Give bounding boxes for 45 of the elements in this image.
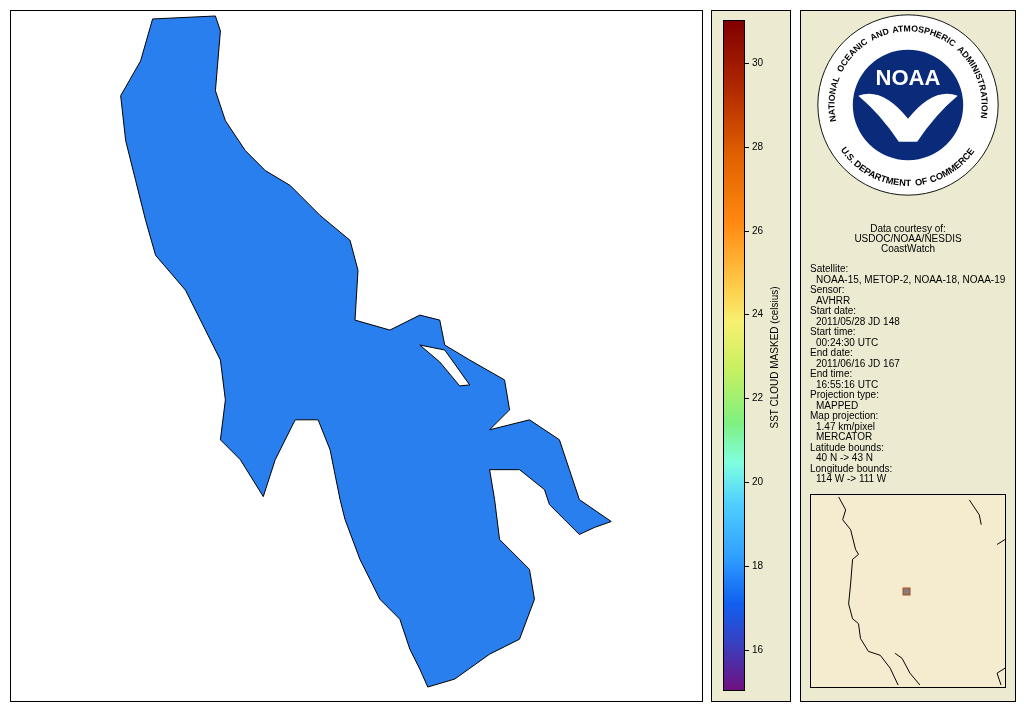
info-value: AVHRR xyxy=(815,295,852,306)
credit-text: USDOC/NOAA/NESDIS xyxy=(854,234,962,244)
tick-mark xyxy=(745,63,749,64)
logo-ring-text: OF xyxy=(914,175,929,188)
info-value: 114 W -> 111 W xyxy=(816,474,888,485)
tick-mark xyxy=(745,314,749,316)
info-value: 00:24:30 UTC xyxy=(815,337,880,348)
tick-label: 30 xyxy=(752,57,764,69)
info-value: 2011/06/16 JD 167 xyxy=(815,358,901,369)
info-label: Longitude bounds: xyxy=(810,463,894,474)
tick-mark xyxy=(745,146,749,148)
info-value: MERCATOR xyxy=(815,432,873,443)
info-label: Start time: xyxy=(810,327,857,338)
tick-label: 24 xyxy=(752,308,764,321)
credit-text: CoastWatch xyxy=(880,244,936,254)
tick-label: 22 xyxy=(752,392,764,405)
credit-text: Data courtesy of: xyxy=(870,224,946,234)
tick-mark xyxy=(745,230,749,232)
tick-label: 20 xyxy=(752,476,764,488)
info-label: End date: xyxy=(810,348,854,359)
logo-wordmark: NOAA xyxy=(875,64,941,90)
info-label: Start date: xyxy=(810,306,858,317)
info-value: 40 N -> 43 N xyxy=(815,453,874,464)
tick-mark xyxy=(745,398,749,400)
tick-label: 16 xyxy=(752,643,764,656)
tick-label: 18 xyxy=(752,559,764,572)
tick-label: 28 xyxy=(752,140,764,153)
tick-mark xyxy=(745,482,749,483)
tick-mark xyxy=(745,649,749,651)
tick-mark xyxy=(745,565,749,567)
info-value: 1.47 km/pixel xyxy=(816,421,875,432)
colorbar-title: SST CLOUD MASKED (celsius) xyxy=(767,285,781,429)
info-value: 2011/05/28 JD 148 xyxy=(815,316,901,327)
area-marker xyxy=(902,587,911,595)
info-value: 16:55:16 UTC xyxy=(815,379,880,390)
info-label: Satellite: xyxy=(810,264,850,275)
info-label: End time: xyxy=(810,369,854,380)
info-label: Sensor: xyxy=(810,285,845,296)
tick-label: 26 xyxy=(752,224,764,237)
logo-ring-text: AND xyxy=(868,26,891,43)
info-value: MAPPED xyxy=(816,400,859,411)
info-value: NOAA-15, METOP-2, NOAA-18, NOAA-19 xyxy=(815,274,1007,285)
info-label: Latitude bounds: xyxy=(810,442,885,453)
info-label: Projection type: xyxy=(810,390,880,401)
info-label: Map projection: xyxy=(810,411,880,422)
